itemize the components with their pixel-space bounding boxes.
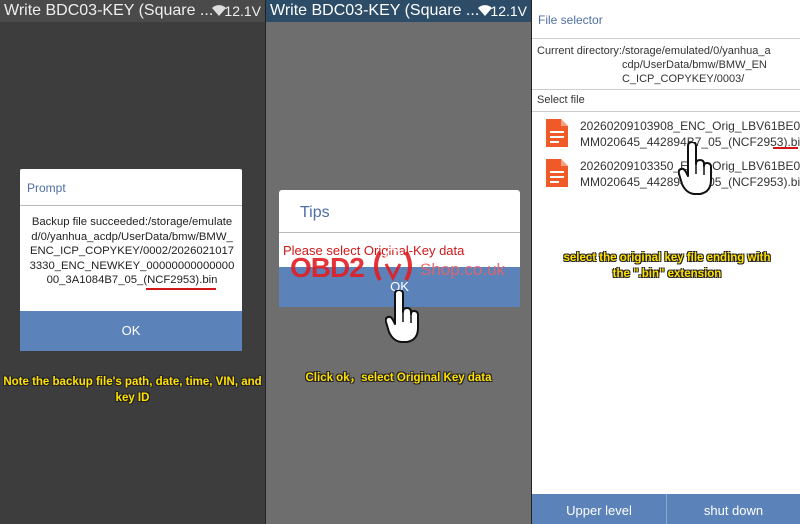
upper-level-button[interactable]: Upper level — [532, 494, 666, 524]
window-title: Write BDC03-KEY (Square ... — [270, 2, 480, 19]
ok-button[interactable]: OK — [20, 311, 242, 351]
bin-extension-underline — [773, 147, 798, 149]
file-name-line1: 20260209103908_ENC_Orig_LBV61BE02 — [580, 119, 800, 133]
watermark-logo-icon — [374, 248, 412, 282]
current-directory-label: Current directory: — [537, 45, 622, 57]
window-title: Write BDC03-KEY (Square ... — [4, 2, 214, 19]
file-icon — [546, 119, 568, 147]
shut-down-button[interactable]: shut down — [667, 494, 800, 524]
status-bar: Write BDC03-KEY (Square ... 12.1V — [0, 0, 265, 22]
file-list-item[interactable]: 20260209103908_ENC_Orig_LBV61BE02 MM0206… — [532, 114, 800, 154]
watermark-brand: OBD2 — [290, 252, 365, 283]
caption-click-ok: Click ok，select Original Key data — [305, 372, 492, 384]
bottom-action-bar: Upper level shut down — [532, 494, 800, 524]
select-file-label: Select file — [537, 94, 585, 106]
divider — [532, 111, 800, 112]
voltage-readout: 12.1V — [224, 3, 261, 19]
screen-file-selector: File selector Current directory: /storag… — [532, 0, 800, 524]
voltage-readout: 12.1V — [490, 3, 527, 19]
dialog-title: Tips — [300, 204, 330, 221]
divider — [532, 38, 800, 39]
status-bar: Write BDC03-KEY (Square ... 12.1V — [266, 0, 531, 22]
file-icon — [546, 159, 568, 187]
key-id-underline — [146, 288, 216, 290]
page-title: File selector — [538, 13, 603, 27]
dialog-message: Backup file succeeded:/storage/emulated/… — [29, 216, 235, 287]
divider — [279, 232, 520, 233]
screen-backup-prompt: Write BDC03-KEY (Square ... 12.1V Prompt… — [0, 0, 265, 524]
pointing-hand-icon — [677, 141, 714, 201]
dialog-title: Prompt — [27, 181, 66, 195]
obd2shop-watermark: OBD2 Shop.co.uk — [290, 246, 525, 288]
current-directory-path: /storage/emulated/0/yanhua_acdp/UserData… — [622, 45, 771, 85]
file-list-item[interactable]: 20260209103350_ENC_Orig_LBV61BE02 MM0206… — [532, 154, 800, 194]
divider — [532, 89, 800, 90]
divider — [20, 205, 242, 206]
caption-select-bin: select the original key file ending with… — [563, 252, 771, 280]
caption-backup-note: Note the backup file's path, date, time,… — [3, 376, 262, 404]
watermark-domain: Shop.co.uk — [420, 260, 506, 279]
prompt-dialog: Prompt Backup file succeeded:/storage/em… — [20, 169, 242, 351]
pointing-hand-icon — [384, 289, 421, 349]
